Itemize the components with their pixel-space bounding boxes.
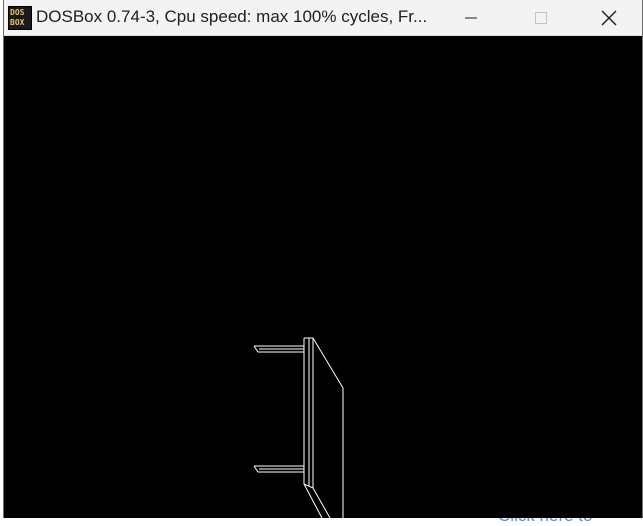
minimize-button[interactable] (436, 0, 506, 36)
dosbox-icon[interactable]: DOS BOX (8, 6, 32, 30)
dos-screen[interactable] (4, 36, 642, 518)
maximize-button[interactable] (506, 0, 576, 36)
wireframe-panel (303, 337, 344, 518)
wireframe-scene (253, 337, 344, 518)
dosbox-window[interactable]: DOS BOX DOSBox 0.74-3, Cpu speed: max 10… (3, 0, 643, 518)
close-button[interactable] (574, 0, 643, 36)
minimize-icon (465, 17, 477, 19)
wireframe-arm-upper (253, 345, 304, 353)
dosbox-icon-text-bottom: BOX (10, 18, 25, 27)
dosbox-icon-text-top: DOS (10, 8, 25, 17)
title-bar[interactable]: DOS BOX DOSBox 0.74-3, Cpu speed: max 10… (4, 0, 642, 36)
window-title: DOSBox 0.74-3, Cpu speed: max 100% cycle… (36, 7, 428, 26)
close-icon (601, 10, 617, 26)
wireframe-arm-lower (253, 465, 304, 473)
maximize-icon (535, 12, 547, 24)
